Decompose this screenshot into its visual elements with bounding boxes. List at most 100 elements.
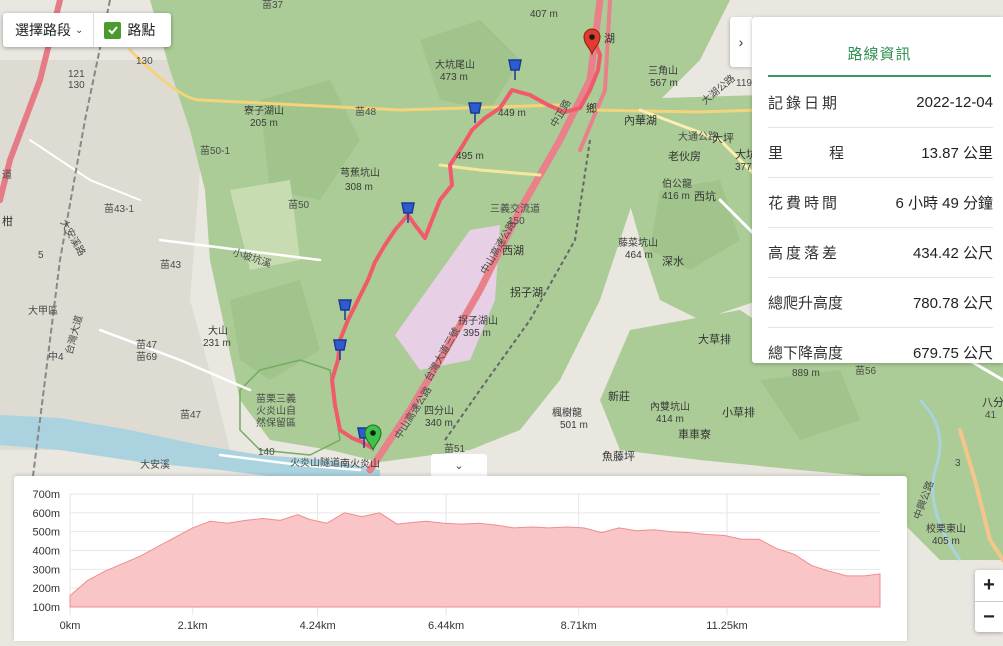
peak-label: 449 m	[498, 108, 526, 119]
peak-label: 205 m	[250, 118, 278, 129]
place-label: 魚藤坪	[602, 450, 635, 463]
info-label: 記錄日期	[768, 94, 841, 112]
info-label: 總下降高度	[768, 344, 844, 362]
waypoint-toggle[interactable]: 路點	[94, 13, 165, 47]
place-label: 八分	[982, 396, 1003, 409]
route-control: 選擇路段 ⌄ 路點	[3, 13, 171, 47]
river-label: 大安溪	[140, 458, 170, 471]
peak-label: 芎蕉坑山	[340, 166, 380, 179]
info-row-ascent: 總爬升高度 780.78 公尺	[768, 277, 993, 328]
info-label: 里程	[768, 144, 891, 162]
peak-label: 308 m	[345, 182, 373, 193]
y-axis: 700m 600m 500m 400m 300m 200m 100m	[32, 489, 60, 614]
road-label: 3	[955, 458, 961, 469]
peak-label: 377	[735, 162, 752, 173]
zoom-in-button[interactable]: +	[975, 570, 1003, 602]
y-tick-label: 700m	[32, 489, 60, 501]
y-tick-label: 400m	[32, 546, 60, 558]
info-value: 13.87 公里	[921, 144, 993, 162]
peak-label: 楓樹龍	[552, 406, 582, 419]
road-label: 5	[38, 250, 44, 261]
road-label: 130	[136, 56, 153, 67]
peak-label: 395 m	[463, 328, 491, 339]
info-label: 總爬升高度	[768, 294, 844, 312]
reserve-label: 苗栗三義	[256, 392, 296, 405]
zoom-control: + −	[975, 570, 1003, 632]
route-info-panel: 路線資訊 記錄日期 2022-12-04 里程 13.87 公里 花費時間 6 …	[752, 17, 1003, 363]
road-label: 苗47	[180, 409, 202, 421]
peak-label: 405 m	[932, 536, 960, 547]
road-label: 119	[736, 78, 752, 89]
road-label: 140	[258, 447, 275, 458]
map-label: 苗37	[262, 0, 284, 11]
peak-label: 416 m	[662, 191, 690, 202]
y-tick-label: 200m	[32, 583, 60, 595]
checkbox-checked-icon[interactable]	[104, 21, 122, 39]
info-row-date: 記錄日期 2022-12-04	[768, 77, 993, 128]
info-value: 679.75 公尺	[912, 344, 993, 362]
x-tick-label: 0km	[60, 620, 81, 632]
info-value: 6 小時 49 分鐘	[895, 194, 993, 212]
place-label: 鄉	[586, 102, 597, 115]
info-row-elevation-diff: 高度落差 434.42 公尺	[768, 227, 993, 278]
x-axis: 0km 2.1km 4.24km 6.44km 8.71km 11.25km	[60, 620, 748, 632]
road-label: 苗50-1	[200, 145, 230, 157]
peak-label: 四分山	[424, 405, 454, 417]
info-row-distance: 里程 13.87 公里	[768, 127, 993, 178]
profile-collapse-button[interactable]: ⌄	[431, 454, 487, 476]
road-label: 苗69	[136, 351, 158, 363]
road-label: 苗50	[288, 199, 310, 211]
chevron-right-icon: ›	[738, 34, 744, 50]
peak-label: 拐子湖山	[458, 314, 498, 327]
place-label: 車車寮	[678, 427, 711, 441]
info-row-duration: 花費時間 6 小時 49 分鐘	[768, 177, 993, 228]
elevation-chart[interactable]: 700m 600m 500m 400m 300m 200m 100m 0km 2.1km 4.2…	[14, 476, 907, 641]
info-label: 高度落差	[768, 244, 841, 262]
peak-label: 伯公龍	[662, 177, 692, 190]
tab-label: 路線資訊	[847, 45, 912, 63]
info-label: 花費時間	[768, 194, 841, 212]
elevation-profile[interactable]: 700m 600m 500m 400m 300m 200m 100m 0km 2.1km 4.2…	[14, 476, 907, 641]
road-label: 苗47	[136, 339, 158, 351]
place-label: 西坑	[694, 189, 716, 203]
route-segment-label: 選擇路段	[15, 22, 71, 38]
place-label: 老伙房	[668, 150, 701, 163]
place-label: 柑	[2, 214, 13, 228]
road-label: 道	[2, 168, 12, 181]
x-tick-label: 6.44km	[428, 620, 464, 632]
panel-collapse-button[interactable]: ›	[730, 17, 752, 67]
peak-label: 473 m	[440, 72, 468, 83]
info-value: 780.78 公尺	[912, 294, 993, 312]
interchange-label: 三義交流道	[490, 202, 540, 215]
road-label: 121	[68, 69, 85, 80]
reserve-label: 火炎山自	[256, 404, 296, 417]
y-tick-label: 300m	[32, 564, 60, 576]
y-tick-label: 500m	[32, 527, 60, 539]
info-value: 434.42 公尺	[912, 244, 993, 262]
elevation-area	[69, 512, 881, 608]
x-tick-label: 8.71km	[561, 620, 597, 632]
route-segment-select[interactable]: 選擇路段 ⌄	[3, 13, 95, 47]
road-label: 大通公路	[678, 130, 718, 143]
waypoint-label: 路點	[127, 22, 156, 38]
x-tick-label: 11.25km	[706, 620, 747, 632]
tab-route-info[interactable]: 路線資訊	[768, 31, 991, 77]
peak-label: 校栗東山	[926, 522, 966, 535]
info-value: 2022-12-04	[916, 93, 993, 111]
peak-label: 414 m	[656, 414, 684, 425]
reserve-label: 然保留區	[256, 416, 296, 429]
place-label: 小草排	[722, 405, 755, 419]
place-label: 湖	[604, 32, 615, 45]
tunnel-label: 火炎山隧道	[290, 456, 340, 469]
road-label: 130	[68, 80, 85, 91]
place-label: 大草排	[698, 332, 731, 346]
x-tick-label: 2.1km	[178, 620, 208, 632]
peak-label: 藤菜坑山	[618, 236, 658, 249]
x-tick-label: 4.24km	[300, 620, 336, 632]
peak-label: 寮子湖山	[244, 104, 284, 117]
district-label: 大甲區	[28, 304, 58, 317]
road-label: 中4	[48, 350, 64, 363]
info-row-descent: 總下降高度 679.75 公尺	[768, 327, 993, 377]
zoom-out-button[interactable]: −	[975, 602, 1003, 633]
place-label: 內華湖	[624, 114, 657, 127]
